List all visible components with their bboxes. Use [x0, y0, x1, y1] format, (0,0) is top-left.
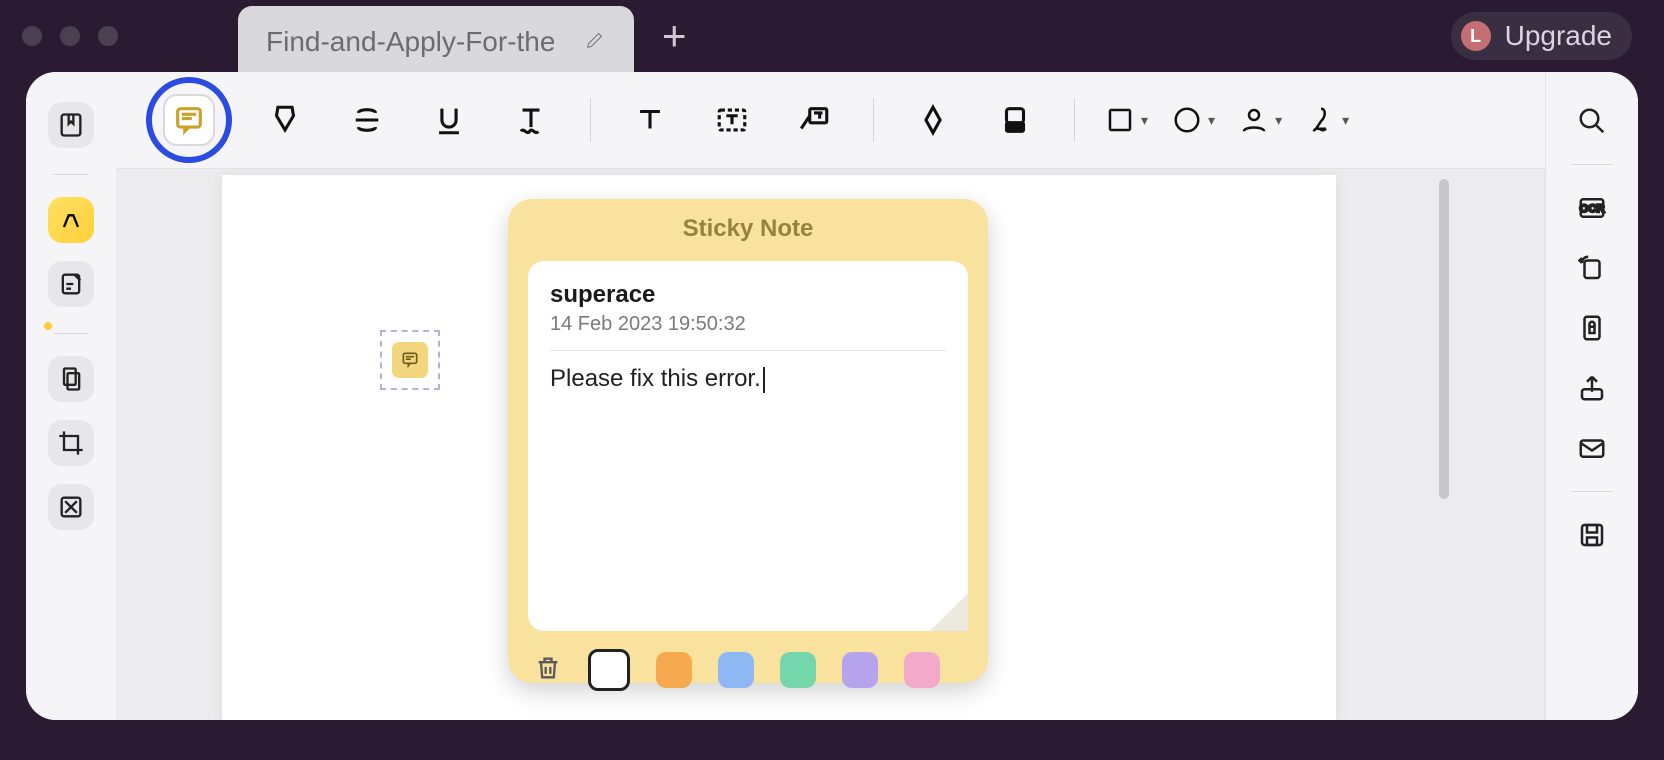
eraser-tool[interactable] [986, 91, 1044, 149]
zoom-window-dot[interactable] [98, 26, 118, 46]
text-annotation-tool[interactable] [621, 91, 679, 149]
left-toolbar [26, 72, 116, 720]
sticky-note-body[interactable]: superace 14 Feb 2023 19:50:32 Please fix… [528, 261, 968, 631]
annotation-ribbon: ▾ ▾ ▾ ▾ [116, 72, 1545, 169]
main-window: ▾ ▾ ▾ ▾ [26, 72, 1638, 720]
sticky-note-marker[interactable] [380, 330, 440, 390]
title-bar: Find-and-Apply-For-the-Be + L Upgrade [0, 0, 1664, 72]
color-swatch-white[interactable] [588, 649, 630, 691]
tab-active[interactable]: Find-and-Apply-For-the-Be [238, 6, 634, 78]
underline-tool[interactable] [420, 91, 478, 149]
sticky-note-mini-icon [392, 342, 428, 378]
notes-panel-icon[interactable] [48, 261, 94, 307]
rename-tab-icon[interactable] [584, 26, 606, 58]
svg-text:OCR: OCR [1580, 203, 1605, 215]
document-canvas[interactable]: Sticky Note superace 14 Feb 2023 19:50:3… [116, 169, 1545, 720]
mail-icon[interactable] [1571, 427, 1613, 469]
sign-tool[interactable]: ▾ [1306, 105, 1349, 135]
page-fold-icon [930, 593, 968, 631]
minimize-window-dot[interactable] [60, 26, 80, 46]
scrollbar-thumb[interactable] [1439, 179, 1449, 499]
upgrade-button[interactable]: L Upgrade [1451, 12, 1632, 60]
text-cursor [763, 367, 765, 393]
vertical-scrollbar[interactable] [1435, 169, 1453, 720]
share-icon[interactable] [1571, 367, 1613, 409]
sticky-note-title: Sticky Note [508, 199, 988, 255]
tab-title: Find-and-Apply-For-the-Be [266, 26, 554, 58]
color-swatch-orange[interactable] [656, 652, 692, 688]
window-controls [22, 26, 118, 46]
save-icon[interactable] [1571, 514, 1613, 556]
search-icon[interactable] [1571, 100, 1613, 142]
color-swatch-pink[interactable] [904, 652, 940, 688]
close-window-dot[interactable] [22, 26, 42, 46]
page-manage-icon[interactable] [48, 356, 94, 402]
delete-note-icon[interactable] [534, 654, 562, 687]
lock-page-icon[interactable] [1571, 307, 1613, 349]
textbox-tool[interactable] [703, 91, 761, 149]
rotate-icon[interactable] [1571, 247, 1613, 289]
page: Sticky Note superace 14 Feb 2023 19:50:3… [222, 175, 1336, 720]
sticky-note-popup: Sticky Note superace 14 Feb 2023 19:50:3… [508, 199, 988, 683]
user-tool[interactable]: ▾ [1239, 105, 1282, 135]
color-swatch-blue[interactable] [718, 652, 754, 688]
sticky-note-tool[interactable] [146, 77, 232, 163]
ocr-icon[interactable]: OCR [1571, 187, 1613, 229]
callout-tool[interactable] [785, 91, 843, 149]
color-swatch-green[interactable] [780, 652, 816, 688]
highlight-tool[interactable] [256, 91, 314, 149]
sticky-note-content[interactable]: Please fix this error. [550, 365, 946, 393]
new-tab-button[interactable]: + [652, 15, 697, 57]
crop-tool-icon[interactable] [48, 420, 94, 466]
highlighter-tool-icon[interactable] [48, 197, 94, 243]
sticky-note-author: superace [550, 281, 946, 309]
sticky-note-footer [508, 631, 988, 691]
upgrade-label: Upgrade [1505, 20, 1612, 52]
avatar: L [1461, 21, 1491, 51]
shape-tool[interactable]: ▾ [1105, 105, 1148, 135]
bookmarks-panel-icon[interactable] [48, 102, 94, 148]
circle-tool[interactable]: ▾ [1172, 105, 1215, 135]
right-toolbar: OCR [1545, 72, 1638, 720]
squiggly-tool[interactable] [502, 91, 560, 149]
sticky-note-timestamp: 14 Feb 2023 19:50:32 [550, 313, 946, 336]
color-swatch-purple[interactable] [842, 652, 878, 688]
active-indicator-dot [44, 322, 52, 330]
redact-tool-icon[interactable] [48, 484, 94, 530]
strikethrough-tool[interactable] [338, 91, 396, 149]
pencil-tool[interactable] [904, 91, 962, 149]
